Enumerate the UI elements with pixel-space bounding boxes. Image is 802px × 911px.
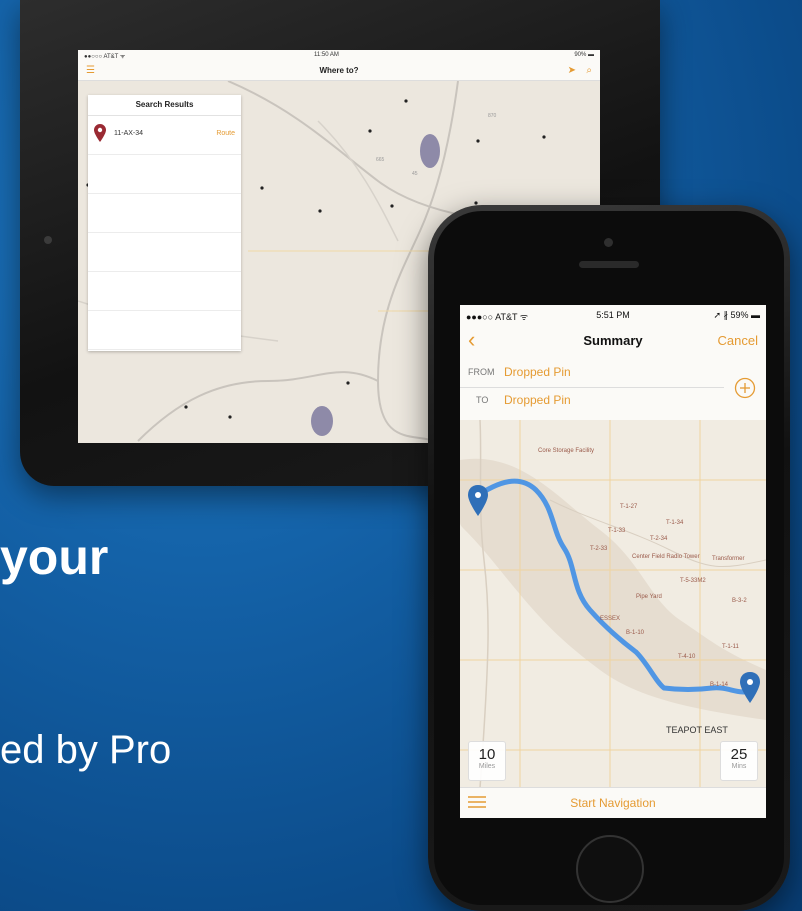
empty-row	[88, 233, 241, 272]
map-label: T-2-33	[590, 546, 608, 552]
empty-row	[88, 311, 241, 350]
location-arrow-icon[interactable]: ➤	[568, 65, 576, 76]
phone-speaker	[579, 261, 639, 268]
search-icon[interactable]: ⌕	[586, 65, 592, 76]
map-label: B-3-2	[732, 598, 747, 604]
tablet-status-bar: ●●○○○ AT&T ᯤ 11:50 AM 90% ▬	[78, 50, 600, 62]
from-row[interactable]: FROM Dropped Pin	[460, 361, 724, 388]
to-row[interactable]: TO Dropped Pin	[460, 389, 724, 415]
map-label: T-5-33M2	[680, 578, 706, 584]
route-button[interactable]: Route	[216, 130, 235, 137]
search-result-name: 11-AX-34	[114, 130, 144, 137]
from-label: FROM	[468, 367, 495, 377]
map-label: T-1-34	[666, 520, 684, 526]
empty-row	[88, 194, 241, 233]
bottom-toolbar: Start Navigation	[460, 787, 766, 818]
duration-value: 25	[730, 746, 748, 763]
tablet-nav-title: Where to?	[319, 66, 359, 75]
map-label: B-1-14	[710, 682, 729, 688]
map-label: TEAPOT EAST	[666, 725, 728, 735]
tablet-nav-bar: ☰ Where to? ➤ ⌕	[78, 62, 600, 81]
distance-stat: 10 Miles	[468, 741, 506, 781]
search-results-panel: Search Results 11-AX-34 Route	[88, 95, 241, 351]
home-button[interactable]	[576, 835, 644, 903]
to-value[interactable]: Dropped Pin	[504, 393, 571, 407]
map-label: Pipe Yard	[636, 594, 662, 600]
map-road-label: 870	[488, 113, 497, 119]
map-label: B-1-10	[626, 630, 645, 636]
map-label: ESSEX	[600, 616, 620, 622]
to-label: TO	[476, 395, 489, 405]
map-road-label: 665	[376, 157, 385, 163]
tablet-time: 11:50 AM	[314, 52, 339, 58]
phone-nav-bar: ‹ Summary Cancel	[460, 325, 766, 355]
slide-subtext: ed by Pro	[0, 728, 172, 772]
map-label: Core Storage Facility	[538, 448, 594, 454]
search-result-row[interactable]: 11-AX-34 Route	[88, 116, 241, 155]
slide-heading: your	[0, 529, 109, 585]
distance-value: 10	[478, 746, 496, 763]
phone-battery: ➚ ∦ 59% ▬	[713, 310, 760, 320]
from-value[interactable]: Dropped Pin	[504, 365, 571, 379]
phone-status-bar: ●●●○○ AT&T ᯤ 5:51 PM ➚ ∦ 59% ▬	[460, 305, 766, 325]
map-label: Center Field Radio Tower	[632, 554, 700, 560]
phone-screen: ●●●○○ AT&T ᯤ 5:51 PM ➚ ∦ 59% ▬ ‹ Summary…	[460, 305, 766, 818]
distance-unit: Miles	[478, 763, 496, 770]
add-stop-icon[interactable]	[734, 377, 756, 399]
empty-row	[88, 155, 241, 194]
start-navigation-button[interactable]: Start Navigation	[460, 796, 766, 810]
map-label: T-1-11	[722, 644, 740, 650]
map-label: T-1-27	[620, 504, 638, 510]
map-pin-icon	[94, 124, 106, 142]
tablet-carrier: ●●○○○ AT&T ᯤ	[84, 54, 126, 60]
phone-camera	[604, 238, 613, 247]
map-road-label: 45	[412, 171, 418, 177]
map-label: T-4-10	[678, 654, 696, 660]
empty-row	[88, 272, 241, 311]
phone-device: ●●●○○ AT&T ᯤ 5:51 PM ➚ ∦ 59% ▬ ‹ Summary…	[428, 205, 790, 911]
route-map[interactable]: Core Storage Facility T-1-27 T-1-34 T-1-…	[460, 420, 766, 788]
search-results-header: Search Results	[88, 95, 241, 116]
cancel-button[interactable]: Cancel	[718, 333, 758, 348]
map-label: T-1-33	[608, 528, 626, 534]
map-label: Transformer	[712, 556, 744, 562]
duration-unit: Mins	[731, 763, 747, 770]
map-label: T-2-34	[650, 536, 668, 542]
duration-stat: 25 Mins	[720, 741, 758, 781]
tablet-battery: 90% ▬	[574, 52, 594, 58]
tablet-camera	[44, 236, 52, 244]
